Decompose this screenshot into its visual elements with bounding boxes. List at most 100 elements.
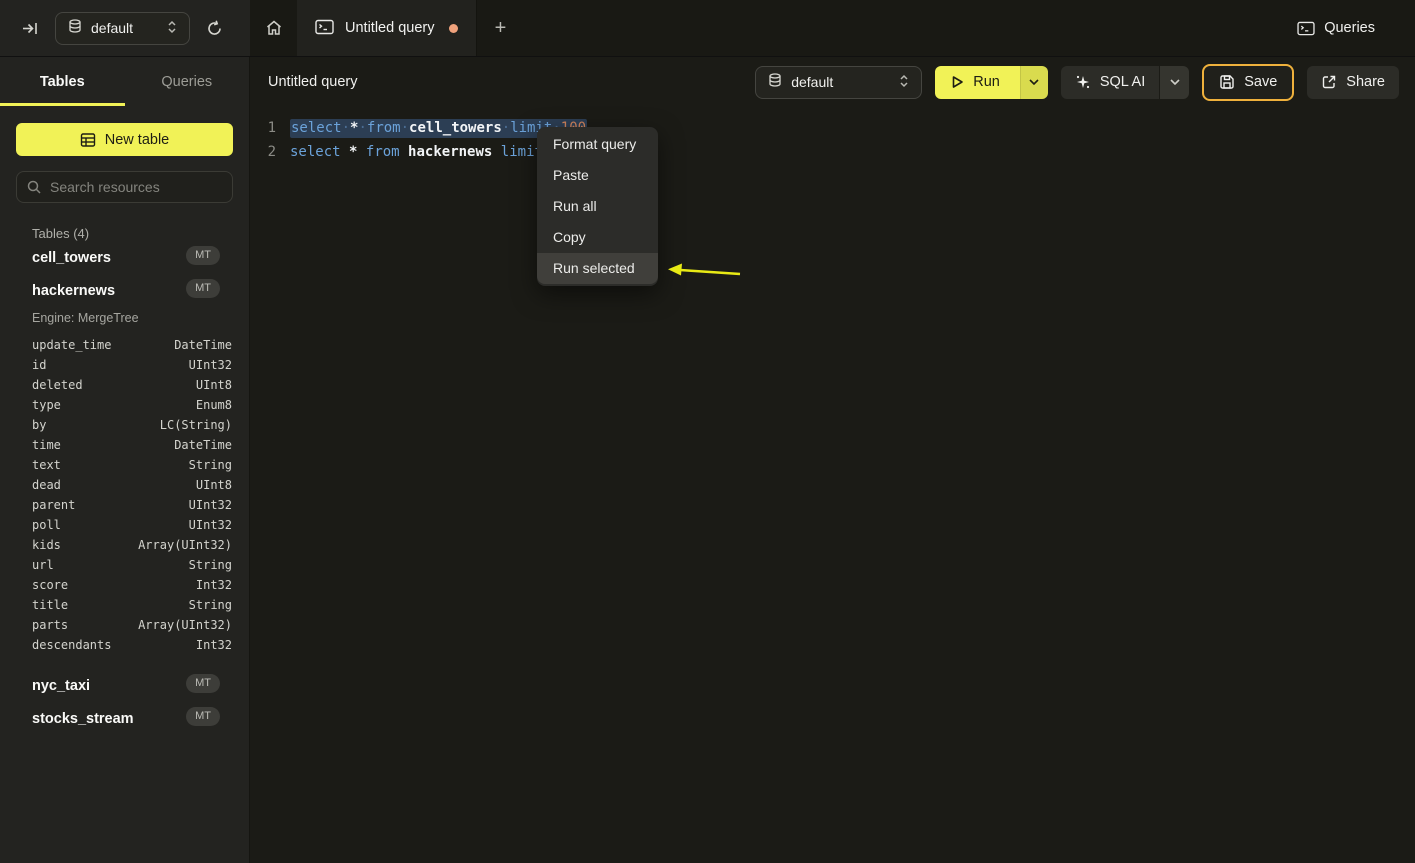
toolbar-database-selector[interactable]: default <box>755 66 922 99</box>
new-tab-button[interactable]: + <box>477 0 523 56</box>
column-row-dead: dead UInt8 <box>0 475 249 495</box>
menu-item-copy[interactable]: Copy <box>537 222 658 253</box>
token-ws: · <box>401 120 409 136</box>
column-name: text <box>32 455 61 475</box>
chevron-down-icon <box>1170 79 1180 85</box>
column-row-kids: kidsArray(UInt32) <box>0 535 249 555</box>
tab-untitled-query[interactable]: Untitled query <box>297 0 477 56</box>
table-row-cell_towers[interactable]: cell_towersMT <box>0 241 249 274</box>
toolbar-database-value: default <box>791 74 833 90</box>
queries-button[interactable]: Queries <box>1297 20 1375 36</box>
menu-item-run-selected[interactable]: Run selected <box>537 253 658 284</box>
column-name: kids <box>32 535 61 555</box>
column-row-title: title String <box>0 595 249 615</box>
column-type: String <box>189 595 232 615</box>
database-selector-value: default <box>91 20 133 36</box>
engine-badge: MT <box>186 674 220 693</box>
sql-ai-split-button: SQL AI <box>1061 66 1189 99</box>
code-line-1[interactable]: 1select·*·from·cell_towers·limit·100 <box>266 116 1415 140</box>
menu-item-format-query[interactable]: Format query <box>537 129 658 160</box>
column-row-time: timeDateTime <box>0 435 249 455</box>
chevron-down-icon <box>1029 79 1039 85</box>
column-name: poll <box>32 515 61 535</box>
column-row-descendants: descendantsInt32 <box>0 635 249 655</box>
column-name: by <box>32 415 46 435</box>
sql-ai-button[interactable]: SQL AI <box>1061 66 1159 99</box>
token-sp <box>492 144 500 160</box>
share-icon <box>1321 74 1337 90</box>
table-row-nyc_taxi[interactable]: nyc_taxi MT <box>0 669 249 702</box>
save-icon <box>1219 74 1235 90</box>
sql-editor[interactable]: 1select·*·from·cell_towers·limit·1002 sel… <box>250 107 1415 164</box>
token-sp <box>357 144 365 160</box>
home-button[interactable] <box>250 0 297 56</box>
code-line-2[interactable]: 2 select * from hackernews limit <box>266 140 1415 164</box>
save-button[interactable]: Save <box>1202 64 1294 101</box>
table-row-hackernews[interactable]: hackernewsMT <box>0 274 249 307</box>
sidebar-tab-tables[interactable]: Tables <box>0 57 125 106</box>
token-kw: from <box>367 120 401 136</box>
table-name: hackernews <box>32 283 115 299</box>
share-button[interactable]: Share <box>1307 66 1399 99</box>
column-type: Int32 <box>196 575 232 595</box>
column-name: url <box>32 555 54 575</box>
column-type: LC(String) <box>160 415 232 435</box>
column-type: UInt32 <box>189 355 232 375</box>
column-name: descendants <box>32 635 111 655</box>
column-name: update_time <box>32 335 111 355</box>
save-label: Save <box>1244 74 1277 90</box>
column-type: DateTime <box>174 435 232 455</box>
column-name: dead <box>32 475 61 495</box>
database-icon <box>768 73 782 91</box>
column-name: title <box>32 595 68 615</box>
column-type: DateTime <box>174 335 232 355</box>
column-row-parent: parentUInt32 <box>0 495 249 515</box>
new-table-button[interactable]: New table <box>16 123 233 156</box>
tab-title: Untitled query <box>345 20 434 36</box>
token-kw: from <box>366 144 400 160</box>
sql-console-app: default <box>0 0 1415 863</box>
play-icon <box>951 75 964 89</box>
token-ws: · <box>342 120 350 136</box>
column-name: type <box>32 395 61 415</box>
column-row-parts: partsArray(UInt32) <box>0 615 249 635</box>
column-row-by: by LC(String) <box>0 415 249 435</box>
column-type: String <box>189 455 232 475</box>
query-toolbar: Untitled query default <box>250 57 1415 107</box>
token-sp <box>400 144 408 160</box>
sidebar: Tables Queries New table Tables (4) cell… <box>0 57 250 863</box>
column-type: UInt8 <box>196 375 232 395</box>
column-type: UInt8 <box>196 475 232 495</box>
run-button[interactable]: Run <box>935 66 1020 99</box>
sparkles-icon <box>1075 74 1091 90</box>
column-name: deleted <box>32 375 83 395</box>
menu-item-paste[interactable]: Paste <box>537 160 658 191</box>
sidebar-tabs: Tables Queries <box>0 57 249 106</box>
engine-label: Engine: MergeTree <box>0 307 249 331</box>
refresh-icon[interactable] <box>206 20 223 37</box>
code-text: select * from hackernews limit <box>290 140 551 164</box>
run-options-caret[interactable] <box>1020 66 1048 99</box>
collapse-sidebar-icon[interactable] <box>22 20 39 37</box>
sql-ai-caret[interactable] <box>1159 66 1189 99</box>
search-icon <box>27 180 41 194</box>
menu-item-run-all[interactable]: Run all <box>537 191 658 222</box>
queries-icon <box>1297 21 1315 36</box>
sidebar-tab-queries[interactable]: Queries <box>125 57 250 106</box>
database-selector[interactable]: default <box>55 12 190 45</box>
column-row-id: idUInt32 <box>0 355 249 375</box>
table-list: cell_towersMThackernewsMTEngine: MergeTr… <box>0 241 249 735</box>
search-resources <box>16 171 233 203</box>
top-bar: default <box>0 0 1415 57</box>
sidebar-header: default <box>0 0 250 56</box>
table-row-stocks_stream[interactable]: stocks_streamMT <box>0 702 249 735</box>
line-number: 2 <box>266 140 276 164</box>
search-input[interactable] <box>16 171 233 203</box>
column-row-score: scoreInt32 <box>0 575 249 595</box>
token-sp <box>341 144 349 160</box>
table-name: cell_towers <box>32 250 111 266</box>
sql-ai-label: SQL AI <box>1100 74 1145 90</box>
table-name: nyc_taxi <box>32 678 90 694</box>
column-name: parts <box>32 615 68 635</box>
new-table-label: New table <box>105 132 169 148</box>
